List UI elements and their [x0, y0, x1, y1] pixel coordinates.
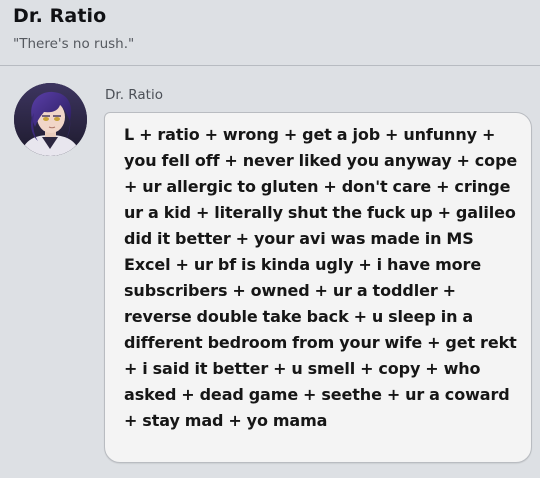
chat-header: Dr. Ratio "There's no rush."	[0, 0, 540, 66]
chat-status-text: "There's no rush."	[13, 36, 135, 52]
message-bubble[interactable]: L + ratio + wrong + get a job + unfunny …	[104, 112, 532, 463]
avatar-image	[14, 83, 87, 156]
message-sender: Dr. Ratio	[105, 87, 163, 103]
message-text: L + ratio + wrong + get a job + unfunny …	[124, 125, 518, 430]
chat-title: Dr. Ratio	[13, 5, 107, 27]
avatar[interactable]	[14, 83, 87, 156]
